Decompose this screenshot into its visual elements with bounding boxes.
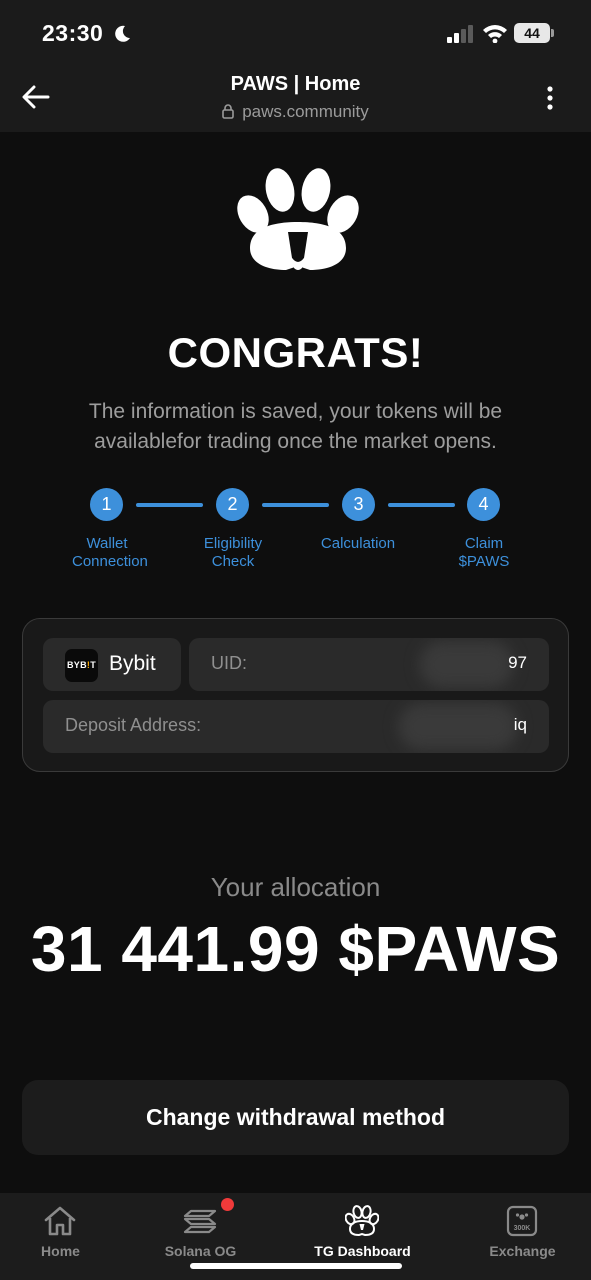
allocation-amount: 31 441.99 $PAWS: [30, 913, 561, 985]
progress-steps: 1 2 3 4 Wallet Connection Eligibility Ch…: [0, 488, 591, 578]
lock-icon: [222, 104, 234, 119]
tab-home-label: Home: [41, 1243, 80, 1259]
deposit-address-value: iq: [513, 715, 527, 734]
step-connector: [388, 503, 455, 507]
paw-logo-icon: [237, 168, 359, 270]
notification-dot: [221, 1198, 234, 1211]
tab-home[interactable]: Home: [0, 1193, 134, 1280]
uid-field[interactable]: UID: 97: [189, 638, 549, 691]
battery-icon: 44: [514, 23, 550, 43]
allocation-label: Your allocation: [210, 872, 381, 902]
paw-icon: [345, 1205, 379, 1237]
redaction-blur: [419, 641, 514, 688]
step-3-label: Calculation: [320, 535, 396, 552]
tab-exchange[interactable]: 300K Exchange: [449, 1193, 591, 1280]
more-options-icon[interactable]: [546, 86, 554, 110]
url-text: paws.community: [242, 102, 369, 121]
exchange-name: Bybit: [109, 652, 156, 675]
congrats-heading: CONGRATS!: [167, 329, 424, 376]
status-time: 23:30: [42, 20, 104, 46]
browser-bar: PAWS | Home paws.community: [0, 62, 591, 132]
exchange-selector[interactable]: BYB!T Bybit: [43, 638, 181, 691]
step-connector: [262, 503, 329, 507]
step-connector: [136, 503, 203, 507]
exchange-300k-icon: 300K: [506, 1205, 538, 1237]
step-1-label: Wallet Connection: [72, 535, 148, 570]
step-4-circle: 4: [467, 488, 500, 521]
congrats-message: The information is saved, your tokens wi…: [88, 400, 503, 453]
cellular-signal-icon: [447, 25, 473, 43]
bybit-logo-icon: BYB!T: [65, 649, 98, 682]
page-title: PAWS | Home: [230, 73, 361, 95]
svg-text:300K: 300K: [514, 1225, 531, 1232]
status-bar: 23:30 44: [0, 0, 591, 62]
tab-solana-og-label: Solana OG: [164, 1243, 237, 1259]
exchange-card: BYB!T Bybit UID: 97 Deposit Address: iq: [22, 618, 569, 772]
step-2-label: Eligibility Check: [203, 535, 263, 570]
uid-label: UID:: [211, 653, 247, 673]
step-2-circle: 2: [216, 488, 249, 521]
deposit-address-field[interactable]: Deposit Address: iq: [43, 700, 549, 753]
step-3-circle: 3: [342, 488, 375, 521]
home-icon: [44, 1206, 76, 1236]
moon-icon: [115, 25, 130, 42]
change-withdrawal-button[interactable]: Change withdrawal method: [22, 1080, 569, 1155]
step-1-circle: 1: [90, 488, 123, 521]
home-indicator[interactable]: [190, 1263, 402, 1269]
step-4-label: Claim $PAWS: [458, 535, 510, 570]
tab-exchange-label: Exchange: [489, 1243, 556, 1259]
wifi-icon: [483, 25, 507, 43]
url-bar[interactable]: paws.community: [0, 102, 591, 122]
redaction-blur: [398, 703, 518, 750]
uid-value: 97: [508, 653, 527, 672]
deposit-address-label: Deposit Address:: [65, 715, 202, 735]
tab-tg-dashboard-label: TG Dashboard: [314, 1243, 411, 1259]
solana-icon: [183, 1209, 217, 1234]
battery-tip: [551, 29, 554, 37]
